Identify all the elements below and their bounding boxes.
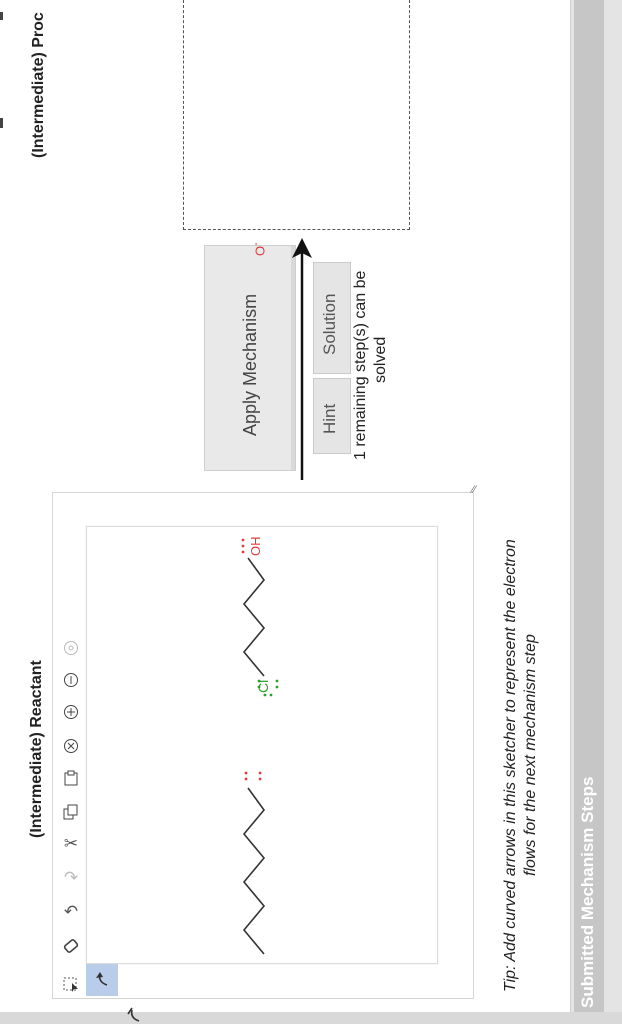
resize-handle-icon[interactable]: ⁄⁄ — [472, 484, 476, 496]
submitted-steps-label[interactable]: Submitted Mechanism Steps — [578, 777, 598, 1008]
reactant-title: (Intermediate) Reactant — [28, 660, 45, 838]
apply-mechanism-label: Apply Mechanism — [240, 293, 260, 436]
paste-icon[interactable] — [56, 764, 86, 792]
undo-icon[interactable]: ↶ — [56, 898, 86, 926]
scroll-mark — [0, 118, 3, 128]
hydroxyl-lone-pairs-icon — [241, 538, 245, 554]
select-icon[interactable] — [56, 970, 86, 998]
remaining-steps-text-2: solved — [372, 336, 389, 383]
product-drop-box — [183, 0, 410, 230]
reaction-arrow-icon — [292, 238, 312, 480]
minus-charge-icon[interactable] — [56, 666, 86, 694]
zoom-icon[interactable] — [56, 634, 86, 662]
product-title: (Intermediate) Proc — [30, 12, 47, 158]
remove-charge-icon[interactable] — [56, 732, 86, 760]
bottom-scroll-area — [0, 1012, 622, 1024]
cut-icon[interactable]: ✂ — [56, 830, 86, 858]
chloro-hydroxy-chain — [242, 557, 266, 677]
hint-label: Hint — [320, 403, 339, 434]
alkoxide-oxygen-label: O- — [250, 242, 268, 256]
scroll-mark — [0, 12, 3, 20]
copy-icon[interactable] — [56, 798, 86, 826]
eraser-icon[interactable] — [56, 932, 86, 960]
curved-arrow-single-icon[interactable] — [86, 964, 118, 996]
curved-arrow-double-icon[interactable] — [118, 1000, 150, 1032]
solution-label: Solution — [320, 293, 339, 355]
tip-text-2: flows for the next mechanism step — [522, 634, 539, 876]
remaining-steps-text-1: 1 remaining step(s) can be — [352, 270, 369, 460]
molecule-drawing — [242, 557, 266, 955]
plus-charge-icon[interactable] — [56, 698, 86, 726]
chlorine-lone-pairs-icon — [257, 679, 279, 697]
alkoxide-lone-pairs-icon — [244, 771, 262, 781]
redo-icon[interactable]: ↷ — [56, 864, 86, 892]
tip-text-1: Tip: Add curved arrows in this sketcher … — [502, 539, 519, 992]
alkoxide-chain — [242, 787, 266, 955]
